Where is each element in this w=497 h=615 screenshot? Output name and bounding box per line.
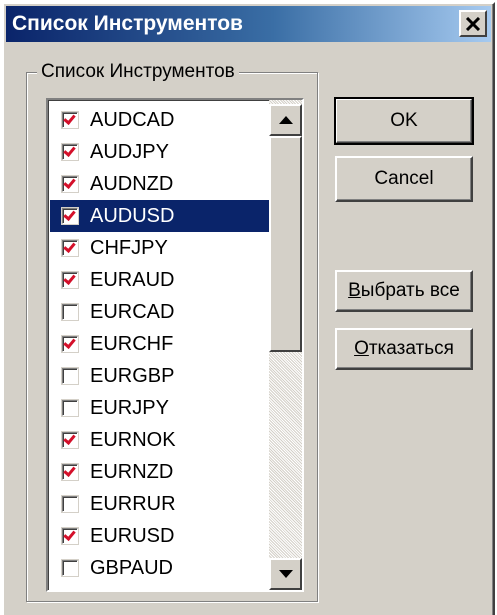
scroll-thumb[interactable] xyxy=(269,136,302,352)
list-item[interactable]: EURCAD xyxy=(50,296,269,328)
item-label: AUDNZD xyxy=(90,173,174,195)
list-item[interactable]: EURCHF xyxy=(50,328,269,360)
scroll-up-button[interactable] xyxy=(269,104,302,136)
item-checkbox[interactable] xyxy=(62,272,78,288)
list-item[interactable]: GBPAUD xyxy=(50,552,269,584)
list-item[interactable]: EURAUD xyxy=(50,264,269,296)
cancel-button[interactable]: Cancel xyxy=(335,156,473,202)
list-item[interactable]: EURNOK xyxy=(50,424,269,456)
list-item[interactable]: AUDUSD xyxy=(50,200,269,232)
list-item[interactable]: AUDJPY xyxy=(50,136,269,168)
item-checkbox[interactable] xyxy=(62,528,78,544)
list-item[interactable]: EURJPY xyxy=(50,392,269,424)
item-checkbox[interactable] xyxy=(62,400,78,416)
select-all-button[interactable]: Выбрать все xyxy=(335,270,473,312)
scroll-down-button[interactable] xyxy=(269,558,302,590)
item-label: EURNOK xyxy=(90,429,176,451)
select-all-button-label: Выбрать все xyxy=(348,280,460,302)
item-label: EURRUR xyxy=(90,493,176,515)
window-title: Список Инструментов xyxy=(12,12,243,35)
item-label: AUDCAD xyxy=(90,109,175,131)
close-button[interactable] xyxy=(459,10,487,37)
item-label: EURNZD xyxy=(90,461,174,483)
list-item[interactable]: AUDNZD xyxy=(50,168,269,200)
decline-mnemonic: О xyxy=(354,338,369,359)
item-checkbox[interactable] xyxy=(62,336,78,352)
instruments-list: AUDCAD AUDJPY AUDNZD AUDUSD CHFJPY EURAUD EURC… xyxy=(50,104,269,584)
list-item[interactable]: EURRUR xyxy=(50,488,269,520)
item-label: EURAUD xyxy=(90,269,175,291)
item-label: EURJPY xyxy=(90,397,169,419)
item-label: GBPAUD xyxy=(90,557,173,579)
item-label: AUDJPY xyxy=(90,141,169,163)
groupbox-label: Список Инструментов xyxy=(37,60,239,84)
list-item[interactable]: CHFJPY xyxy=(50,232,269,264)
item-checkbox[interactable] xyxy=(62,368,78,384)
select-all-label-rest: ыбрать все xyxy=(360,280,460,301)
item-checkbox[interactable] xyxy=(62,112,78,128)
item-checkbox[interactable] xyxy=(62,560,78,576)
list-item[interactable]: EURUSD xyxy=(50,520,269,552)
item-label: EURGBP xyxy=(90,365,175,387)
close-icon xyxy=(465,16,481,31)
item-checkbox[interactable] xyxy=(62,176,78,192)
item-label: EURUSD xyxy=(90,525,175,547)
item-checkbox[interactable] xyxy=(62,208,78,224)
arrow-down-icon xyxy=(278,565,293,583)
item-label: CHFJPY xyxy=(90,237,168,259)
item-checkbox[interactable] xyxy=(62,240,78,256)
ok-button-label: OK xyxy=(390,110,418,131)
select-all-mnemonic: В xyxy=(348,280,361,301)
decline-button-label: Отказаться xyxy=(354,338,454,360)
item-checkbox[interactable] xyxy=(62,144,78,160)
title-bar[interactable]: Список Инструментов xyxy=(6,6,491,42)
arrow-up-icon xyxy=(278,111,293,129)
item-checkbox[interactable] xyxy=(62,432,78,448)
list-item[interactable]: EURGBP xyxy=(50,360,269,392)
item-label: EURCHF xyxy=(90,333,174,355)
ok-button[interactable]: OK xyxy=(334,97,474,145)
item-label: AUDUSD xyxy=(90,205,175,227)
vertical-scrollbar[interactable] xyxy=(269,100,302,590)
item-checkbox[interactable] xyxy=(62,496,78,512)
instruments-listbox[interactable]: AUDCAD AUDJPY AUDNZD AUDUSD CHFJPY EURAUD EURC… xyxy=(46,98,304,592)
cancel-button-label: Cancel xyxy=(374,168,434,189)
decline-label-rest: тказаться xyxy=(368,338,454,359)
list-item[interactable]: EURNZD xyxy=(50,456,269,488)
item-label: EURCAD xyxy=(90,301,175,323)
item-checkbox[interactable] xyxy=(62,304,78,320)
item-checkbox[interactable] xyxy=(62,464,78,480)
list-item[interactable]: AUDCAD xyxy=(50,104,269,136)
decline-button[interactable]: Отказаться xyxy=(335,328,473,370)
